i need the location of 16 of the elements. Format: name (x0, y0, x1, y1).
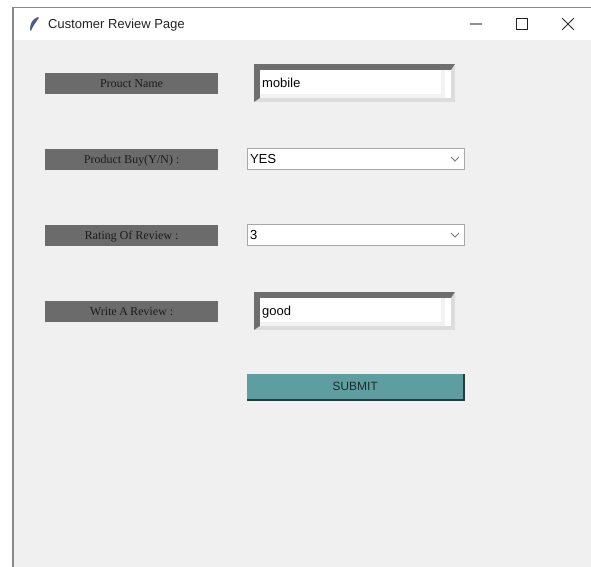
minimize-icon (470, 23, 482, 25)
text-entry-field[interactable]: good (254, 292, 455, 330)
submit-button[interactable]: SUBMIT (247, 374, 465, 400)
field-label: Prouct Name (45, 72, 218, 94)
feather-icon (28, 16, 40, 32)
text-entry-field[interactable]: mobile (254, 64, 455, 102)
chevron-down-icon (450, 232, 460, 238)
window-title: Customer Review Page (48, 15, 185, 34)
field-label: Write A Review : (45, 300, 218, 322)
close-icon (562, 18, 574, 30)
field-label: Rating Of Review : (45, 224, 218, 246)
dropdown-field[interactable]: 3 (247, 224, 465, 246)
chevron-down-icon (450, 156, 460, 162)
maximize-icon (516, 18, 528, 30)
field-label: Product Buy(Y/N) : (45, 148, 218, 170)
dropdown-field[interactable]: YES (247, 148, 465, 170)
